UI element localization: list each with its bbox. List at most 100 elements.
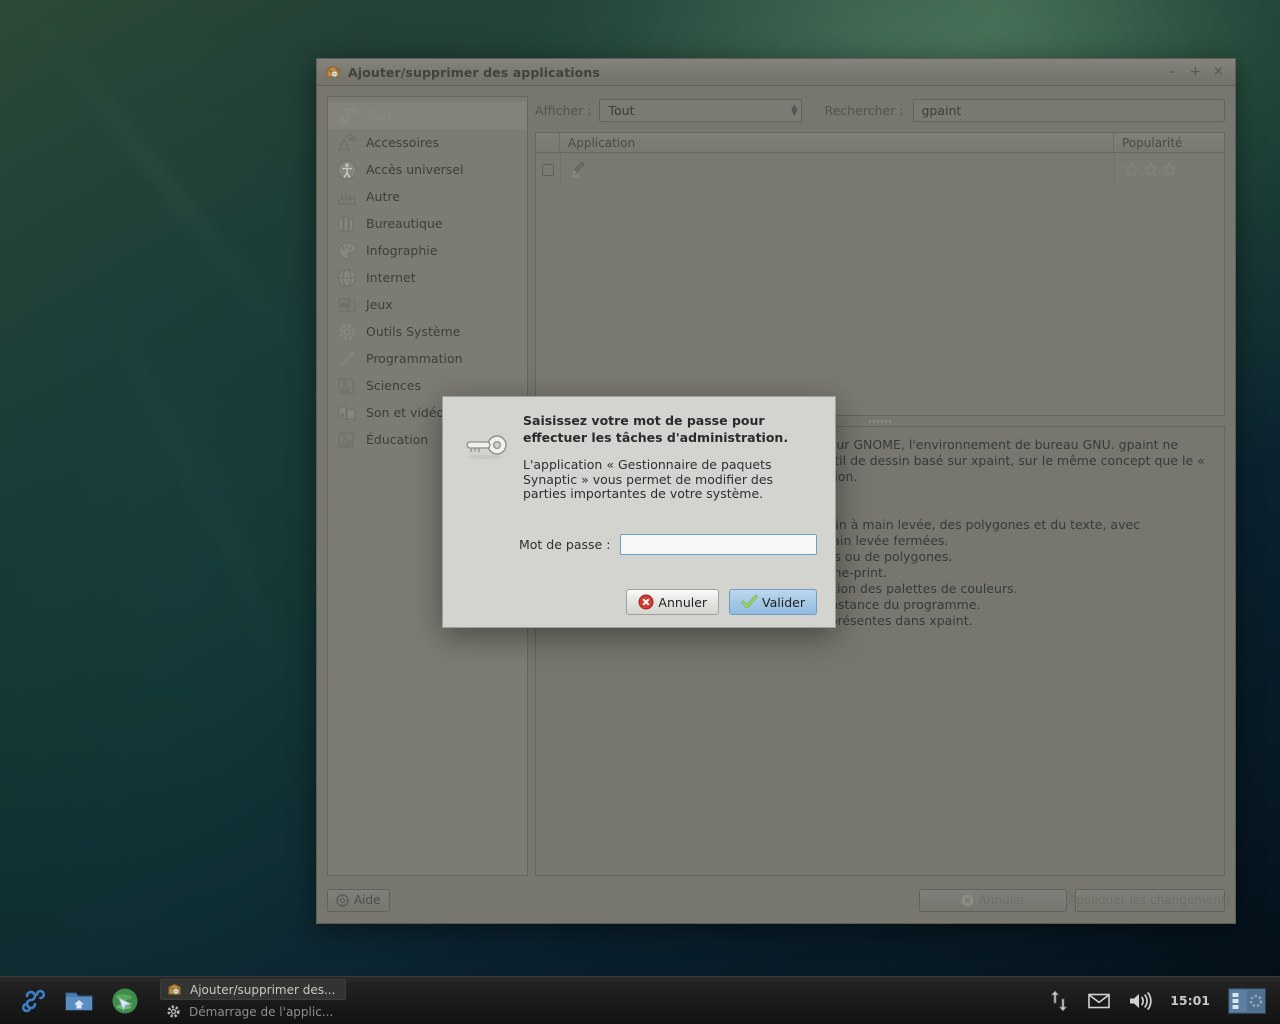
task-button-app-startup[interactable]: Démarrage de l'applic... <box>160 1001 346 1022</box>
maximize-button[interactable]: + <box>1189 65 1202 79</box>
sidebar-item-infographie[interactable]: Infographie <box>328 237 527 264</box>
task-label: Ajouter/supprimer des... <box>190 982 336 997</box>
apply-changes-button[interactable]: Appliquer les changements <box>1068 888 1232 912</box>
password-label: Mot de passe : <box>519 536 611 552</box>
sidebar-item-internet[interactable]: Internet <box>328 264 527 291</box>
sidebar-item-label: Bureautique <box>366 216 443 231</box>
window-titlebar[interactable]: Ajouter/supprimer des applications – + × <box>317 59 1235 86</box>
gear-icon <box>166 1004 181 1019</box>
sidebar-item-tout[interactable]: Tout <box>328 102 527 129</box>
column-header-application[interactable]: Application <box>560 133 1114 152</box>
desktop-streak <box>18 0 312 370</box>
desktop: Ajouter/supprimer des applications – + ×… <box>0 0 1280 1024</box>
row-popularity-cell <box>1114 153 1224 186</box>
row-application-name: gpaint <box>598 162 638 177</box>
desktop-streak <box>84 260 256 604</box>
sidebar-item-label: Infographie <box>366 243 438 258</box>
gpaint-brush-icon <box>567 159 589 181</box>
cancel-icon <box>638 594 654 610</box>
minimize-button[interactable]: – <box>1166 65 1179 79</box>
star-icon <box>1162 162 1177 177</box>
sidebar-item-bureautique[interactable]: Bureautique <box>328 210 527 237</box>
check-icon <box>741 594 758 610</box>
accessories-icon <box>336 132 358 154</box>
help-icon <box>336 893 349 907</box>
system-tools-icon <box>336 321 358 343</box>
star-icon <box>1143 162 1158 177</box>
help-button[interactable]: Aide <box>327 888 390 912</box>
window-title: Ajouter/supprimer des applications <box>348 64 600 80</box>
sidebar-item-label: Internet <box>366 270 416 285</box>
other-icon <box>336 186 358 208</box>
search-input-value: gpaint <box>921 102 962 118</box>
sidebar-item-label: Programmation <box>366 351 463 366</box>
sidebar-item-label: Accès universel <box>366 162 464 177</box>
dialog-header: Saisissez votre mot de passe pour effect… <box>461 413 817 502</box>
show-filter-combobox[interactable]: Tout ▲ ▼ <box>599 98 803 122</box>
search-label: Rechercher : <box>824 102 904 118</box>
dialog-cancel-button[interactable]: Annuler <box>626 589 720 615</box>
taskbar: Ajouter/supprimer des... Démarrage de l'… <box>0 976 1280 1024</box>
package-install-icon <box>325 64 341 80</box>
menu-swirl-icon[interactable] <box>18 986 48 1016</box>
package-install-icon <box>167 982 182 997</box>
universal-access-icon <box>336 159 358 181</box>
sidebar-item-label: Éducation <box>366 432 429 447</box>
sidebar-item-autre[interactable]: Autre <box>328 183 527 210</box>
sidebar-item-jeux[interactable]: Jeux <box>328 291 527 318</box>
sidebar-item-acces-universel[interactable]: Accès universel <box>328 156 527 183</box>
show-label: Afficher : <box>535 102 592 118</box>
row-check-cell[interactable] <box>536 163 560 176</box>
office-icon <box>336 213 358 235</box>
network-updown-icon[interactable] <box>1048 989 1070 1012</box>
internet-globe-icon <box>336 267 358 289</box>
file-manager-icon[interactable] <box>64 988 94 1014</box>
system-tray: 15:01 <box>1048 987 1272 1014</box>
dialog-title: Saisissez votre mot de passe pour effect… <box>523 413 789 445</box>
list-header: Application Popularité <box>536 133 1224 153</box>
show-filter-value: Tout <box>608 102 635 118</box>
filter-toolbar: Afficher : Tout ▲ ▼ Rechercher : gpaint <box>535 96 1225 124</box>
password-row: Mot de passe : <box>461 533 817 555</box>
cancel-button[interactable]: Annuler <box>919 888 1067 912</box>
development-icon <box>336 348 358 370</box>
sidebar-item-label: Accessoires <box>366 135 439 150</box>
mail-icon[interactable] <box>1088 993 1111 1009</box>
dialog-ok-label: Valider <box>762 594 805 610</box>
sidebar-item-programmation[interactable]: Programmation <box>328 345 527 372</box>
application-list[interactable]: Application Popularité gpaint <box>535 132 1225 416</box>
task-button-add-remove[interactable]: Ajouter/supprimer des... <box>160 979 347 1000</box>
dialog-ok-button[interactable]: Valider <box>729 589 817 615</box>
close-button[interactable]: × <box>1212 65 1225 79</box>
column-header-popularity[interactable]: Popularité <box>1114 133 1224 152</box>
sidebar-item-sciences[interactable]: Sciences <box>328 372 527 399</box>
apply-button-label: Appliquer les changements <box>1067 893 1233 907</box>
volume-icon[interactable] <box>1128 991 1152 1011</box>
web-browser-icon[interactable] <box>110 986 140 1016</box>
table-row[interactable]: gpaint <box>536 153 1224 186</box>
search-input[interactable]: gpaint <box>913 98 1225 122</box>
cancel-icon <box>961 894 974 907</box>
key-icon <box>461 413 509 502</box>
sound-video-icon <box>336 402 358 424</box>
sidebar-item-label: Tout <box>366 108 392 123</box>
row-application-cell: gpaint <box>560 153 1114 186</box>
graphics-icon <box>336 240 358 262</box>
sidebar-item-accessoires[interactable]: Accessoires <box>328 129 527 156</box>
sidebar-item-label: Sciences <box>366 378 421 393</box>
launcher-area <box>8 986 152 1016</box>
sidebar-item-outils-systeme[interactable]: Outils Système <box>328 318 527 345</box>
sidebar-item-label: Son et vidéo <box>366 405 445 420</box>
row-checkbox[interactable] <box>542 163 554 176</box>
clock[interactable]: 15:01 <box>1170 993 1210 1008</box>
education-icon <box>336 429 358 451</box>
password-dialog: Saisissez votre mot de passe pour effect… <box>442 396 836 628</box>
workspace-switcher-icon[interactable] <box>1228 987 1266 1014</box>
dialog-buttons: Annuler Valider <box>461 589 817 615</box>
games-icon <box>336 294 358 316</box>
column-header-check[interactable] <box>536 133 560 152</box>
dialog-cancel-label: Annuler <box>658 594 708 610</box>
password-input[interactable] <box>620 533 817 555</box>
all-categories-icon <box>336 105 358 127</box>
cancel-button-label: Annuler <box>978 893 1026 907</box>
